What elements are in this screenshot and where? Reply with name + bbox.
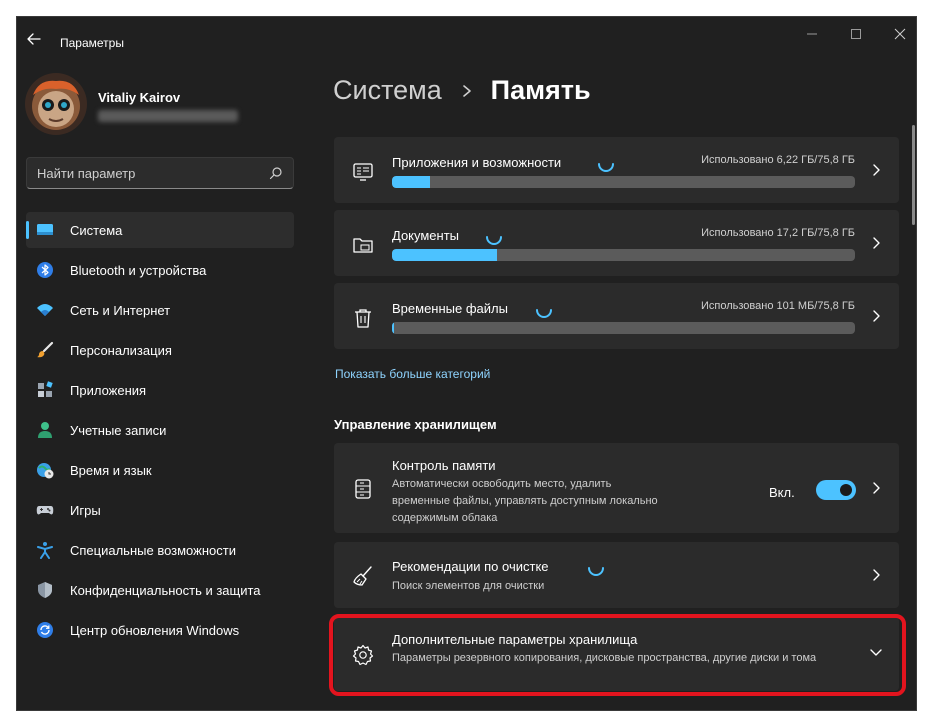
chevron-right-icon — [873, 569, 880, 581]
usage-text: Использовано 6,22 ГБ/75,8 ГБ — [701, 154, 855, 166]
app-title: Параметры — [60, 36, 124, 50]
storage-sense-icon — [355, 479, 371, 499]
usage-title: Временные файлы — [392, 301, 508, 316]
storage-sense-title: Контроль памяти — [392, 458, 496, 473]
usage-text: Использовано 101 МБ/75,8 ГБ — [701, 300, 855, 312]
sidebar-item-apps[interactable]: Приложения — [26, 372, 294, 408]
title-bar: Параметры — [17, 17, 916, 61]
usage-card-apps[interactable]: Приложения и возможности Использовано 6,… — [334, 137, 899, 203]
loading-spinner-icon — [536, 309, 552, 318]
user-email-redacted — [98, 110, 238, 122]
sidebar-item-label: Bluetooth и устройства — [70, 263, 207, 278]
apps-icon — [38, 381, 53, 397]
usage-progress-bar — [392, 322, 855, 334]
search-input[interactable] — [27, 158, 257, 188]
chevron-right-icon — [873, 164, 880, 176]
section-title: Управление хранилищем — [334, 417, 497, 432]
sidebar-item-bluetooth[interactable]: Bluetooth и устройства — [26, 252, 294, 288]
search-icon[interactable] — [269, 166, 283, 180]
sidebar-item-label: Система — [70, 223, 123, 238]
toggle-knob — [840, 484, 852, 496]
back-button[interactable] — [25, 30, 43, 48]
sidebar-item-label: Центр обновления Windows — [70, 623, 240, 638]
avatar-image — [25, 73, 87, 135]
sidebar-item-accessibility[interactable]: Специальные возможности — [26, 532, 294, 568]
settings-window: Параметры Vitaliy Kairov Найти параметр … — [16, 16, 917, 711]
wifi-icon — [37, 304, 53, 316]
usage-progress-bar — [392, 249, 855, 261]
storage-sense-toggle[interactable] — [816, 480, 856, 500]
usage-card-documents[interactable]: Документы Использовано 17,2 ГБ/75,8 ГБ — [334, 210, 899, 276]
sidebar-item-accounts[interactable]: Учетные записи — [26, 412, 294, 448]
avatar — [25, 73, 87, 135]
sidebar-item-label: Приложения — [70, 383, 147, 398]
system-icon — [37, 224, 53, 235]
highlight-frame — [329, 614, 906, 696]
toggle-state-label: Вкл. — [769, 485, 795, 500]
maximize-button[interactable] — [841, 23, 871, 45]
close-button[interactable] — [885, 23, 915, 45]
usage-progress-fill — [392, 176, 430, 188]
sidebar-item-label: Специальные возможности — [70, 543, 236, 558]
loading-spinner-icon — [598, 163, 614, 172]
minimize-icon — [807, 33, 817, 35]
trash-icon — [355, 309, 371, 328]
maximize-icon — [851, 29, 861, 39]
back-arrow-icon — [27, 33, 41, 45]
storage-sense-card[interactable]: Контроль памяти Автоматически освободить… — [334, 443, 899, 533]
close-icon — [894, 28, 906, 40]
user-name: Vitaliy Kairov — [98, 90, 181, 105]
usage-title: Приложения и возможности — [392, 155, 562, 170]
sidebar-item-network[interactable]: Сеть и Интернет — [26, 292, 294, 328]
loading-spinner-icon — [486, 236, 502, 245]
sidebar-item-gaming[interactable]: Игры — [26, 492, 294, 528]
accessibility-icon — [37, 542, 53, 559]
usage-progress-fill — [392, 249, 498, 261]
brush-icon — [37, 341, 54, 358]
storage-sense-description: Автоматически освободить место, удалить … — [392, 478, 658, 524]
sidebar-item-label: Сеть и Интернет — [70, 303, 171, 318]
sidebar-item-system[interactable]: Система — [26, 212, 294, 248]
chevron-right-icon — [463, 84, 472, 97]
sidebar-nav: Система Bluetooth и устройства Сеть и Ин… — [26, 212, 294, 652]
update-icon — [37, 622, 53, 638]
person-icon — [38, 422, 52, 438]
breadcrumb-parent[interactable]: Система — [333, 75, 442, 105]
bluetooth-icon — [37, 262, 53, 278]
cleanup-description: Поиск элементов для очистки — [392, 580, 545, 592]
sidebar-item-time-language[interactable]: Время и язык — [26, 452, 294, 488]
page-title: Память — [490, 75, 591, 105]
usage-progress-fill — [392, 322, 394, 334]
chevron-right-icon — [873, 237, 880, 249]
sidebar-item-label: Время и язык — [70, 463, 152, 478]
sidebar-item-windows-update[interactable]: Центр обновления Windows — [26, 612, 294, 648]
usage-title: Документы — [392, 228, 460, 243]
broom-icon — [353, 566, 372, 586]
globe-clock-icon — [37, 463, 54, 479]
usage-text: Использовано 17,2 ГБ/75,8 ГБ — [701, 227, 855, 239]
sidebar-item-label: Игры — [70, 503, 101, 518]
show-more-categories-link[interactable]: Показать больше категорий — [335, 367, 490, 381]
usage-progress-bar — [392, 176, 855, 188]
user-profile[interactable]: Vitaliy Kairov — [25, 73, 305, 137]
breadcrumb: Система Память — [333, 75, 591, 115]
shield-icon — [38, 582, 52, 598]
minimize-button[interactable] — [797, 23, 827, 45]
cleanup-title: Рекомендации по очистке — [392, 559, 549, 574]
sidebar-item-label: Конфиденциальность и защита — [70, 583, 261, 598]
apps-features-icon — [353, 163, 373, 181]
sidebar-item-label: Учетные записи — [70, 423, 167, 438]
usage-card-temp-files[interactable]: Временные файлы Использовано 101 МБ/75,8… — [334, 283, 899, 349]
sidebar-item-label: Персонализация — [70, 343, 172, 358]
scrollbar[interactable] — [912, 125, 915, 225]
chevron-right-icon — [873, 310, 880, 322]
sidebar-item-personalization[interactable]: Персонализация — [26, 332, 294, 368]
sidebar-item-privacy[interactable]: Конфиденциальность и защита — [26, 572, 294, 608]
loading-spinner-icon — [588, 567, 604, 576]
chevron-right-icon — [873, 482, 880, 494]
gamepad-icon — [36, 506, 54, 515]
cleanup-recommendations-card[interactable]: Рекомендации по очистке Поиск элементов … — [334, 542, 899, 608]
documents-icon — [353, 238, 373, 253]
search-box[interactable] — [26, 157, 294, 189]
